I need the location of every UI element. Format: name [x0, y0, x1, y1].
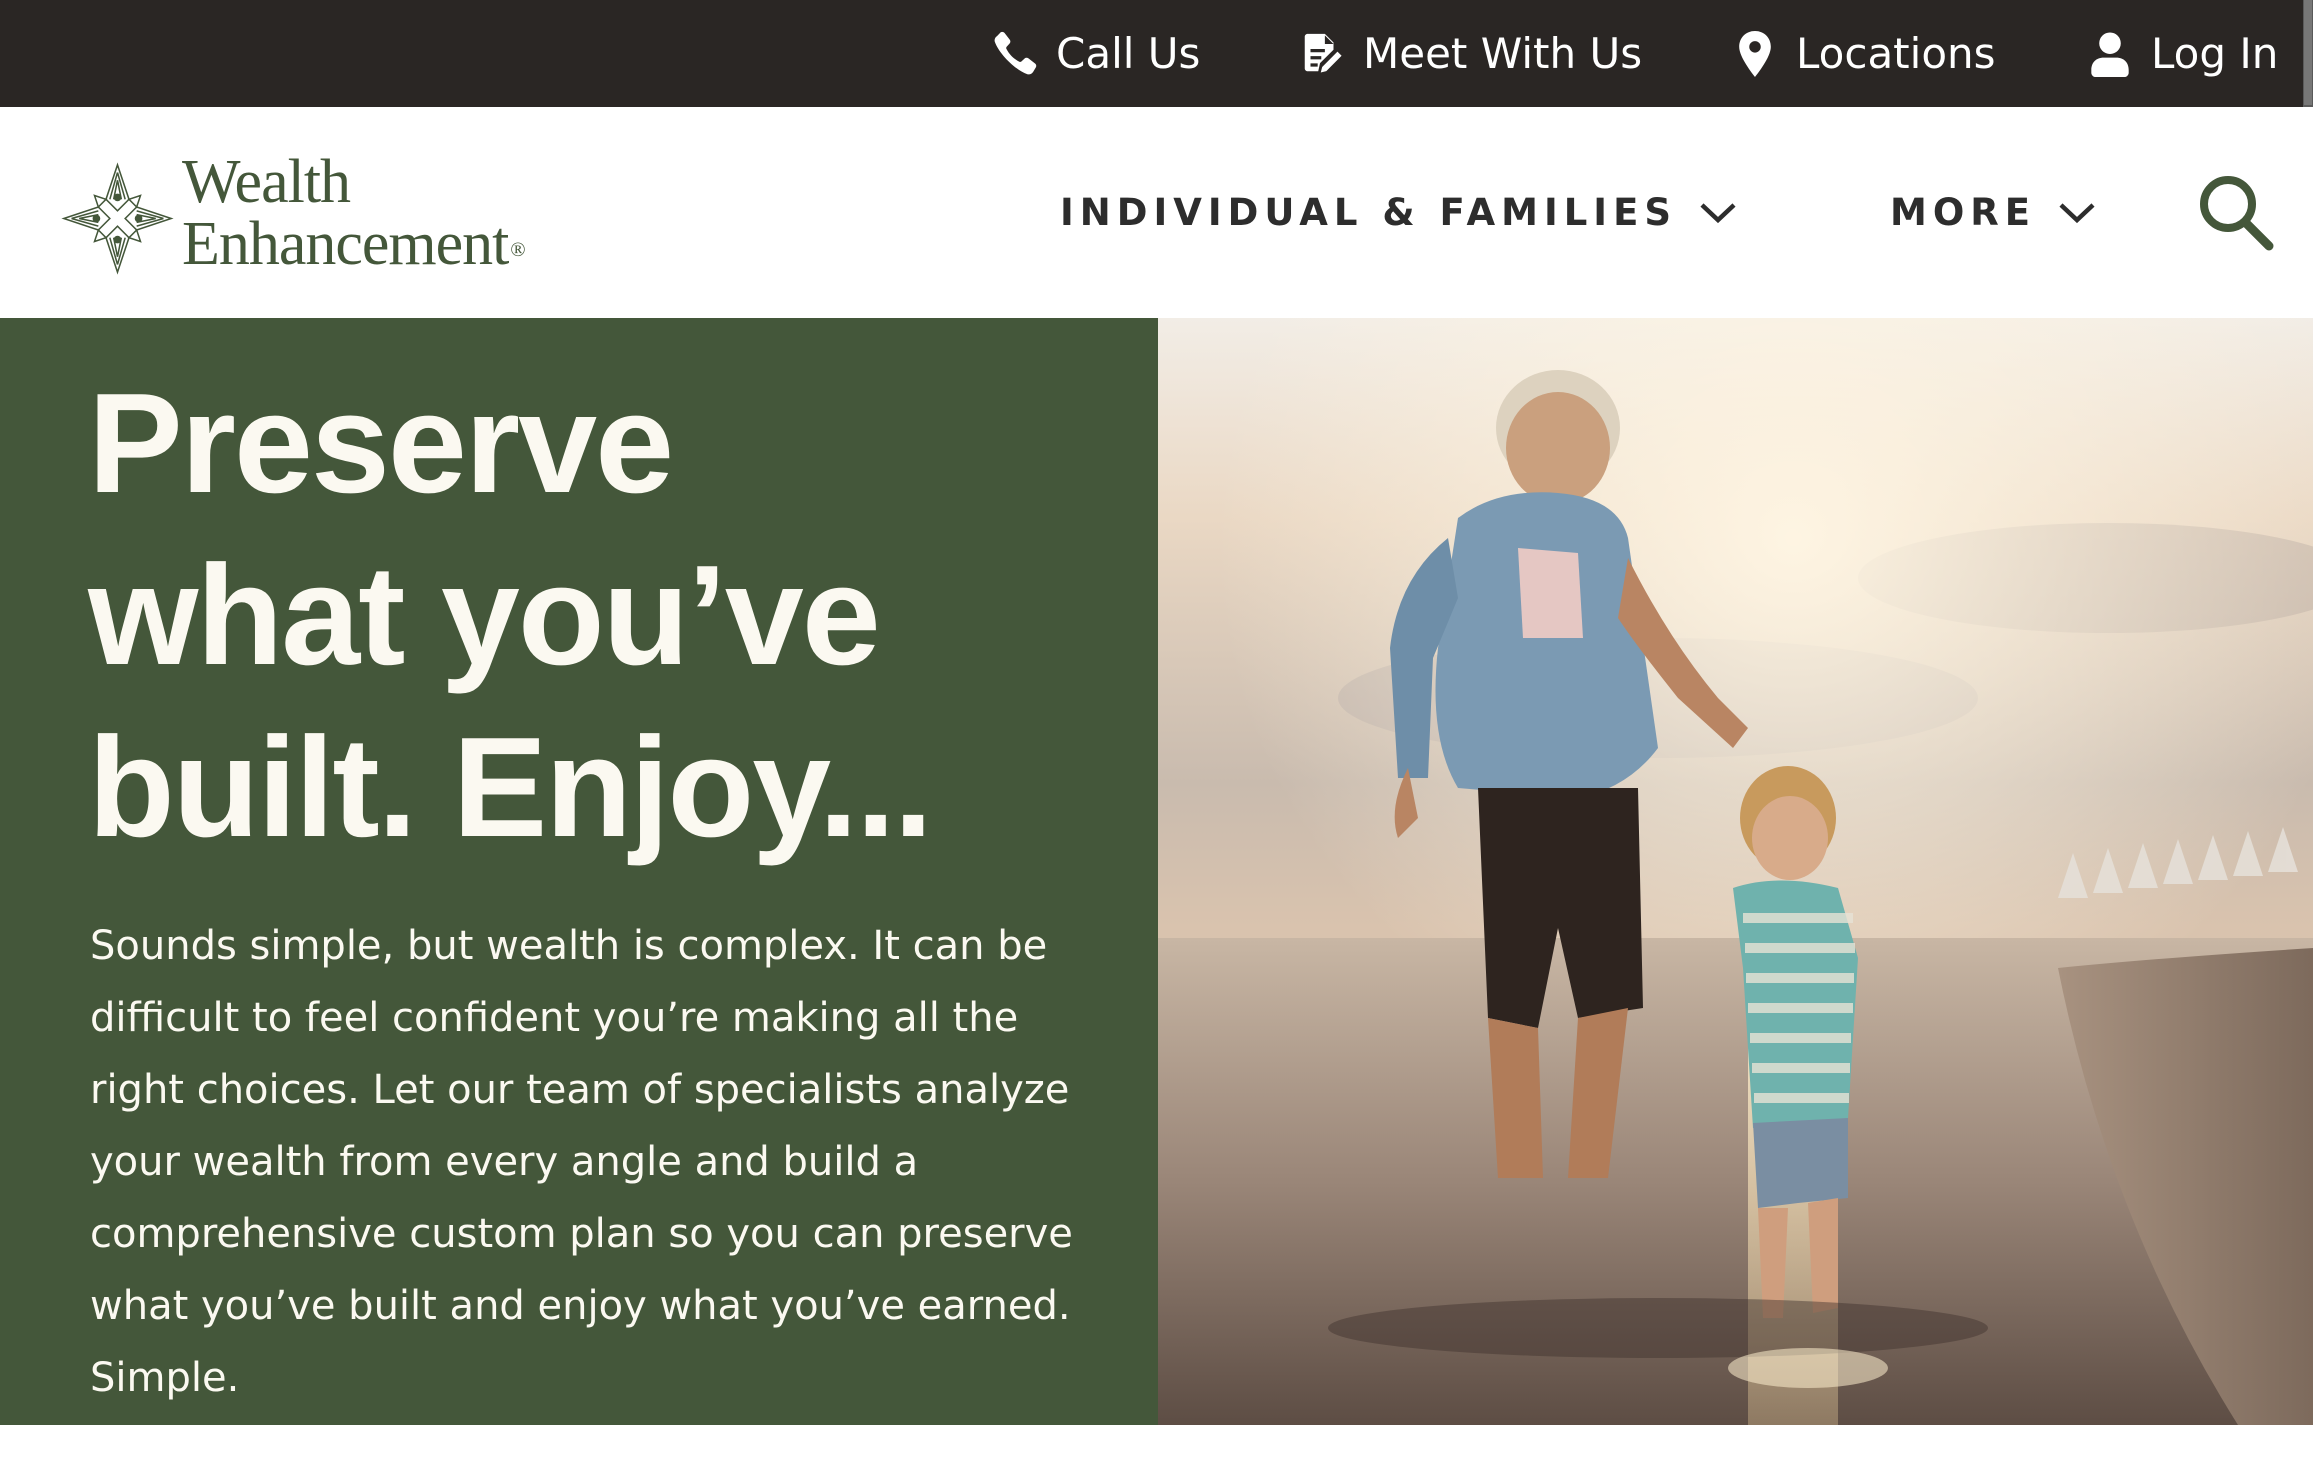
call-us-link[interactable]: Call Us	[990, 0, 1200, 107]
hero-heading-line-1: Preserve	[88, 364, 674, 523]
brand-logo[interactable]: Wealth Enhancement ®	[60, 151, 560, 281]
log-in-link[interactable]: Log In	[2085, 0, 2278, 107]
brand-wordmark: Wealth Enhancement ®	[182, 148, 526, 278]
hero-body-text: Sounds simple, but wealth is complex. It…	[90, 923, 1073, 1401]
nav-more-label: MORE	[1890, 191, 2037, 234]
nav-more[interactable]: MORE	[1890, 107, 2098, 318]
log-in-label: Log In	[2151, 29, 2279, 78]
document-edit-icon	[1297, 29, 1347, 79]
hero-image	[1158, 318, 2313, 1425]
hero-heading-line-2: what you’ve	[88, 536, 881, 695]
hero-text-panel: Preserve what you’ve built. Enjoy... Sou…	[0, 318, 1158, 1425]
nav-individuals-families-label: INDIVIDUAL & FAMILIES	[1060, 191, 1677, 234]
meet-with-us-link[interactable]: Meet With Us	[1297, 0, 1642, 107]
locations-link[interactable]: Locations	[1730, 0, 1996, 107]
meet-with-us-label: Meet With Us	[1363, 29, 1643, 78]
main-nav: Wealth Enhancement ® INDIVIDUAL & FAMILIE…	[0, 107, 2313, 318]
hero-heading-line-3: built. Enjoy...	[88, 708, 933, 867]
search-button[interactable]	[2195, 172, 2275, 252]
page-scrollbar[interactable]	[2303, 0, 2313, 107]
phone-icon	[990, 29, 1040, 79]
chevron-down-icon	[1699, 193, 1739, 233]
hero-section: Preserve what you’ve built. Enjoy... Sou…	[0, 318, 2313, 1425]
chevron-down-icon	[2058, 193, 2098, 233]
brand-name-line2: Enhancement	[182, 210, 509, 278]
logo-mark-icon	[61, 162, 174, 275]
locations-label: Locations	[1796, 29, 1996, 78]
utility-bar: Call Us Meet With Us Locations Log In	[0, 0, 2303, 107]
map-pin-icon	[1730, 29, 1780, 79]
call-us-label: Call Us	[1056, 29, 1201, 78]
brand-name-line1: Wealth	[182, 148, 351, 216]
search-icon	[2200, 176, 2274, 251]
hero-heading: Preserve what you’ve built. Enjoy...	[88, 358, 1128, 874]
user-icon	[2085, 29, 2135, 79]
scrollbar-thumb[interactable]	[2304, 0, 2312, 105]
nav-individuals-families[interactable]: INDIVIDUAL & FAMILIES	[1060, 107, 1739, 318]
registered-mark: ®	[510, 239, 525, 261]
